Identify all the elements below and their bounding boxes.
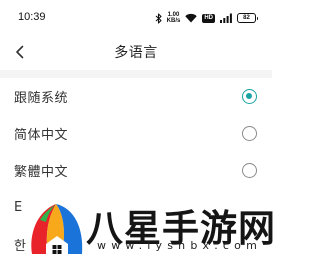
app-header: 多语言 bbox=[0, 34, 272, 70]
status-time: 10:39 bbox=[18, 11, 46, 23]
battery-level: 82 bbox=[243, 15, 250, 21]
watermark-url: www.lyshbx.com bbox=[97, 239, 263, 252]
bluetooth-icon bbox=[155, 12, 162, 24]
language-label: 跟随系统 bbox=[14, 91, 69, 106]
radio-checked-icon[interactable] bbox=[242, 89, 257, 104]
page-title: 多语言 bbox=[114, 45, 158, 61]
hd-badge: HD bbox=[202, 13, 215, 23]
section-divider bbox=[0, 70, 272, 78]
network-speed: 1.00 KB/s bbox=[167, 12, 181, 24]
signal-icon bbox=[220, 13, 232, 23]
language-label: 한 bbox=[14, 239, 27, 254]
language-option-traditional-chinese[interactable]: 繁體中文 bbox=[0, 152, 272, 189]
watermark: 八星手游网 www.lyshbx.com bbox=[26, 196, 275, 262]
wifi-icon bbox=[185, 13, 198, 23]
status-bar: 10:39 1.00 KB/s HD 82 bbox=[0, 0, 272, 34]
language-option-simplified-chinese[interactable]: 简体中文 bbox=[0, 115, 272, 152]
network-speed-unit: KB/s bbox=[166, 18, 181, 24]
battery-indicator: 82 bbox=[237, 13, 258, 23]
language-option-follow-system[interactable]: 跟随系统 bbox=[0, 78, 272, 115]
radio-unchecked-icon[interactable] bbox=[242, 163, 257, 178]
language-label: 简体中文 bbox=[14, 128, 69, 143]
watermark-logo-icon bbox=[31, 204, 83, 256]
status-icons: 1.00 KB/s HD 82 bbox=[155, 11, 258, 25]
language-label: E bbox=[14, 200, 23, 215]
language-label: 繁體中文 bbox=[14, 165, 69, 180]
radio-unchecked-icon[interactable] bbox=[242, 126, 257, 141]
